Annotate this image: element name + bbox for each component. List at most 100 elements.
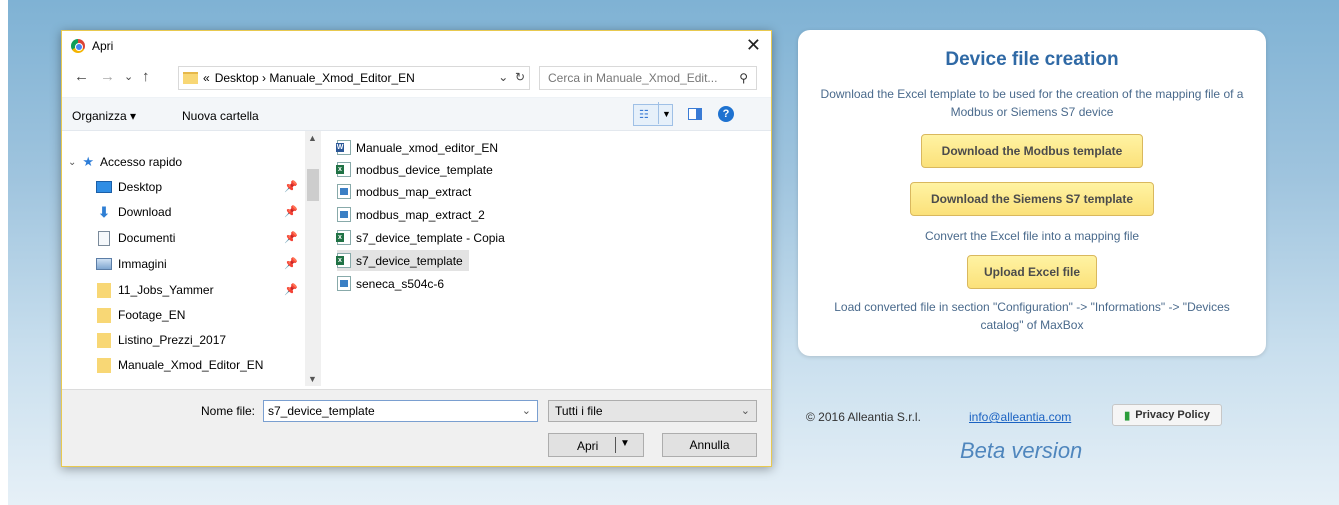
recent-locations-icon[interactable]: ⌄ [124, 70, 133, 83]
chevron-down-icon: ▼ [662, 109, 671, 119]
open-button[interactable]: Apri ▼ [548, 433, 644, 457]
nav-item-label: Manuale_Xmod_Editor_EN [118, 358, 264, 372]
nav-item-documents[interactable]: Documenti [96, 227, 175, 249]
convert-description: Convert the Excel file into a mapping fi… [924, 229, 1140, 243]
cancel-button[interactable]: Annulla [662, 433, 757, 457]
load-description: Load converted file in section "Configur… [834, 300, 1230, 332]
nav-item-folder[interactable]: 11_Jobs_Yammer [96, 279, 214, 301]
back-arrow-icon[interactable]: ← [74, 68, 89, 85]
address-path: Desktop › Manuale_Xmod_Editor_EN [214, 71, 415, 85]
panel-description: Download the Excel template to be used f… [820, 87, 1244, 119]
scrollbar-thumb[interactable] [307, 169, 319, 201]
new-folder-button[interactable]: Nuova cartella [182, 109, 259, 123]
chevron-down-icon[interactable]: ⌄ [522, 404, 531, 417]
refresh-icon[interactable]: ↻ [515, 70, 525, 84]
chevron-down-icon: ⌄ [740, 405, 750, 417]
word-file-icon [336, 140, 351, 155]
file-name: s7_device_template - Copia [356, 230, 505, 245]
panel-title: Device file creation [945, 49, 1119, 70]
nav-item-desktop[interactable]: Desktop [96, 176, 162, 198]
nav-pane-scrollbar[interactable]: ▲ ▼ [305, 131, 321, 386]
nav-item-folder[interactable]: Manuale_Xmod_Editor_EN [96, 354, 263, 376]
navigation-pane: ⌄ ★ Accesso rapido Desktop ⬇ Download Do… [62, 131, 305, 386]
download-s7-template-button[interactable]: Download the Siemens S7 template [910, 182, 1154, 216]
image-file-icon [337, 184, 351, 199]
quick-access-label: Accesso rapido [100, 155, 183, 169]
folder-icon [97, 282, 111, 298]
folder-icon [97, 307, 111, 323]
pin-icon[interactable]: 📌 [284, 180, 298, 193]
filetype-select[interactable]: Tutti i file ⌄ [548, 400, 757, 422]
open-dropdown-icon[interactable]: ▼ [620, 438, 630, 449]
file-name: modbus_map_extract [356, 184, 472, 199]
page-left-border [0, 0, 8, 505]
list-item[interactable]: modbus_map_extract_2 [337, 204, 491, 225]
list-item[interactable]: modbus_device_template [336, 159, 499, 180]
list-item[interactable]: s7_device_template - Copia [336, 227, 511, 248]
expand-chevron-icon: ⌄ [68, 156, 77, 168]
forward-arrow-icon[interactable]: → [100, 68, 115, 85]
help-icon[interactable]: ? [718, 106, 734, 122]
search-input[interactable]: Cerca in Manuale_Xmod_Edit... ⚲ [539, 66, 757, 90]
folder-icon [97, 332, 111, 348]
search-icon: ⚲ [739, 71, 748, 85]
nav-item-folder[interactable]: Footage_EN [96, 304, 185, 326]
filename-input[interactable]: s7_device_template ⌄ [263, 400, 538, 422]
nav-item-download[interactable]: ⬇ Download [96, 201, 171, 223]
filename-label: Nome file: [201, 404, 256, 418]
address-prefix: « [203, 71, 210, 85]
navigation-bar: ← → ⌄ ↑ « Desktop › Manuale_Xmod_Editor_… [62, 64, 771, 92]
address-dropdown-icon[interactable]: ⌄ [498, 70, 508, 84]
dialog-footer: Nome file: s7_device_template ⌄ Tutti i … [62, 389, 771, 466]
address-bar[interactable]: « Desktop › Manuale_Xmod_Editor_EN ⌄ ↻ [178, 66, 530, 90]
scroll-up-icon[interactable]: ▲ [308, 133, 317, 143]
pin-icon[interactable]: 📌 [284, 231, 298, 244]
nav-item-label: Documenti [118, 231, 176, 245]
view-options-button[interactable]: ☷ ▼ [633, 102, 673, 126]
filetype-value: Tutti i file [555, 404, 603, 418]
nav-item-label: Footage_EN [118, 308, 186, 322]
file-name: Manuale_xmod_editor_EN [356, 140, 499, 155]
file-name: modbus_map_extract_2 [356, 207, 485, 222]
folder-icon [183, 72, 198, 84]
dialog-titlebar: Apri ✕ [62, 31, 771, 61]
preview-pane-icon[interactable] [688, 108, 702, 120]
documents-icon [98, 230, 110, 246]
quick-access-section[interactable]: ⌄ ★ Accesso rapido [68, 151, 182, 173]
list-item-selected[interactable]: s7_device_template [336, 250, 469, 271]
list-item[interactable]: seneca_s504c-6 [337, 273, 450, 294]
file-list: Manuale_xmod_editor_EN modbus_device_tem… [336, 137, 757, 377]
upload-excel-button[interactable]: Upload Excel file [967, 255, 1097, 289]
nav-item-label: Listino_Prezzi_2017 [118, 333, 227, 347]
nav-item-folder[interactable]: Listino_Prezzi_2017 [96, 329, 226, 351]
dialog-toolbar: Organizza ▾ Nuova cartella ☷ ▼ ? [62, 97, 771, 131]
privacy-label: Privacy Policy [1135, 409, 1210, 421]
desktop-icon [96, 181, 112, 193]
list-item[interactable]: Manuale_xmod_editor_EN [336, 137, 504, 158]
file-name: modbus_device_template [356, 162, 493, 177]
download-modbus-template-button[interactable]: Download the Modbus template [921, 134, 1143, 168]
address-controls[interactable]: ⌄ ↻ [498, 70, 525, 84]
open-file-dialog: Apri ✕ ← → ⌄ ↑ « Desktop › Manuale_Xmod_… [61, 30, 772, 467]
email-link[interactable]: info@alleantia.com [969, 410, 1071, 424]
pictures-icon [96, 258, 112, 270]
beta-version-label: Beta version [960, 438, 1083, 463]
pin-icon[interactable]: 📌 [284, 205, 298, 218]
chrome-icon [71, 39, 85, 53]
pin-icon[interactable]: 📌 [284, 283, 298, 296]
pin-icon[interactable]: 📌 [284, 257, 298, 270]
privacy-policy-button[interactable]: ▮ Privacy Policy [1112, 404, 1222, 426]
scroll-down-icon[interactable]: ▼ [308, 374, 317, 384]
nav-item-label: Immagini [118, 257, 167, 271]
file-name: s7_device_template [356, 253, 463, 268]
open-label: Apri [577, 439, 599, 453]
privacy-icon: ▮ [1124, 409, 1131, 422]
up-folder-icon[interactable]: ↑ [142, 68, 150, 85]
image-file-icon [337, 207, 351, 222]
organize-menu[interactable]: Organizza ▾ [72, 109, 136, 123]
nav-item-pictures[interactable]: Immagini [96, 253, 167, 275]
search-placeholder: Cerca in Manuale_Xmod_Edit... [548, 71, 718, 85]
list-item[interactable]: modbus_map_extract [337, 181, 477, 202]
nav-item-label: Desktop [118, 180, 163, 194]
close-icon[interactable]: ✕ [746, 35, 761, 56]
